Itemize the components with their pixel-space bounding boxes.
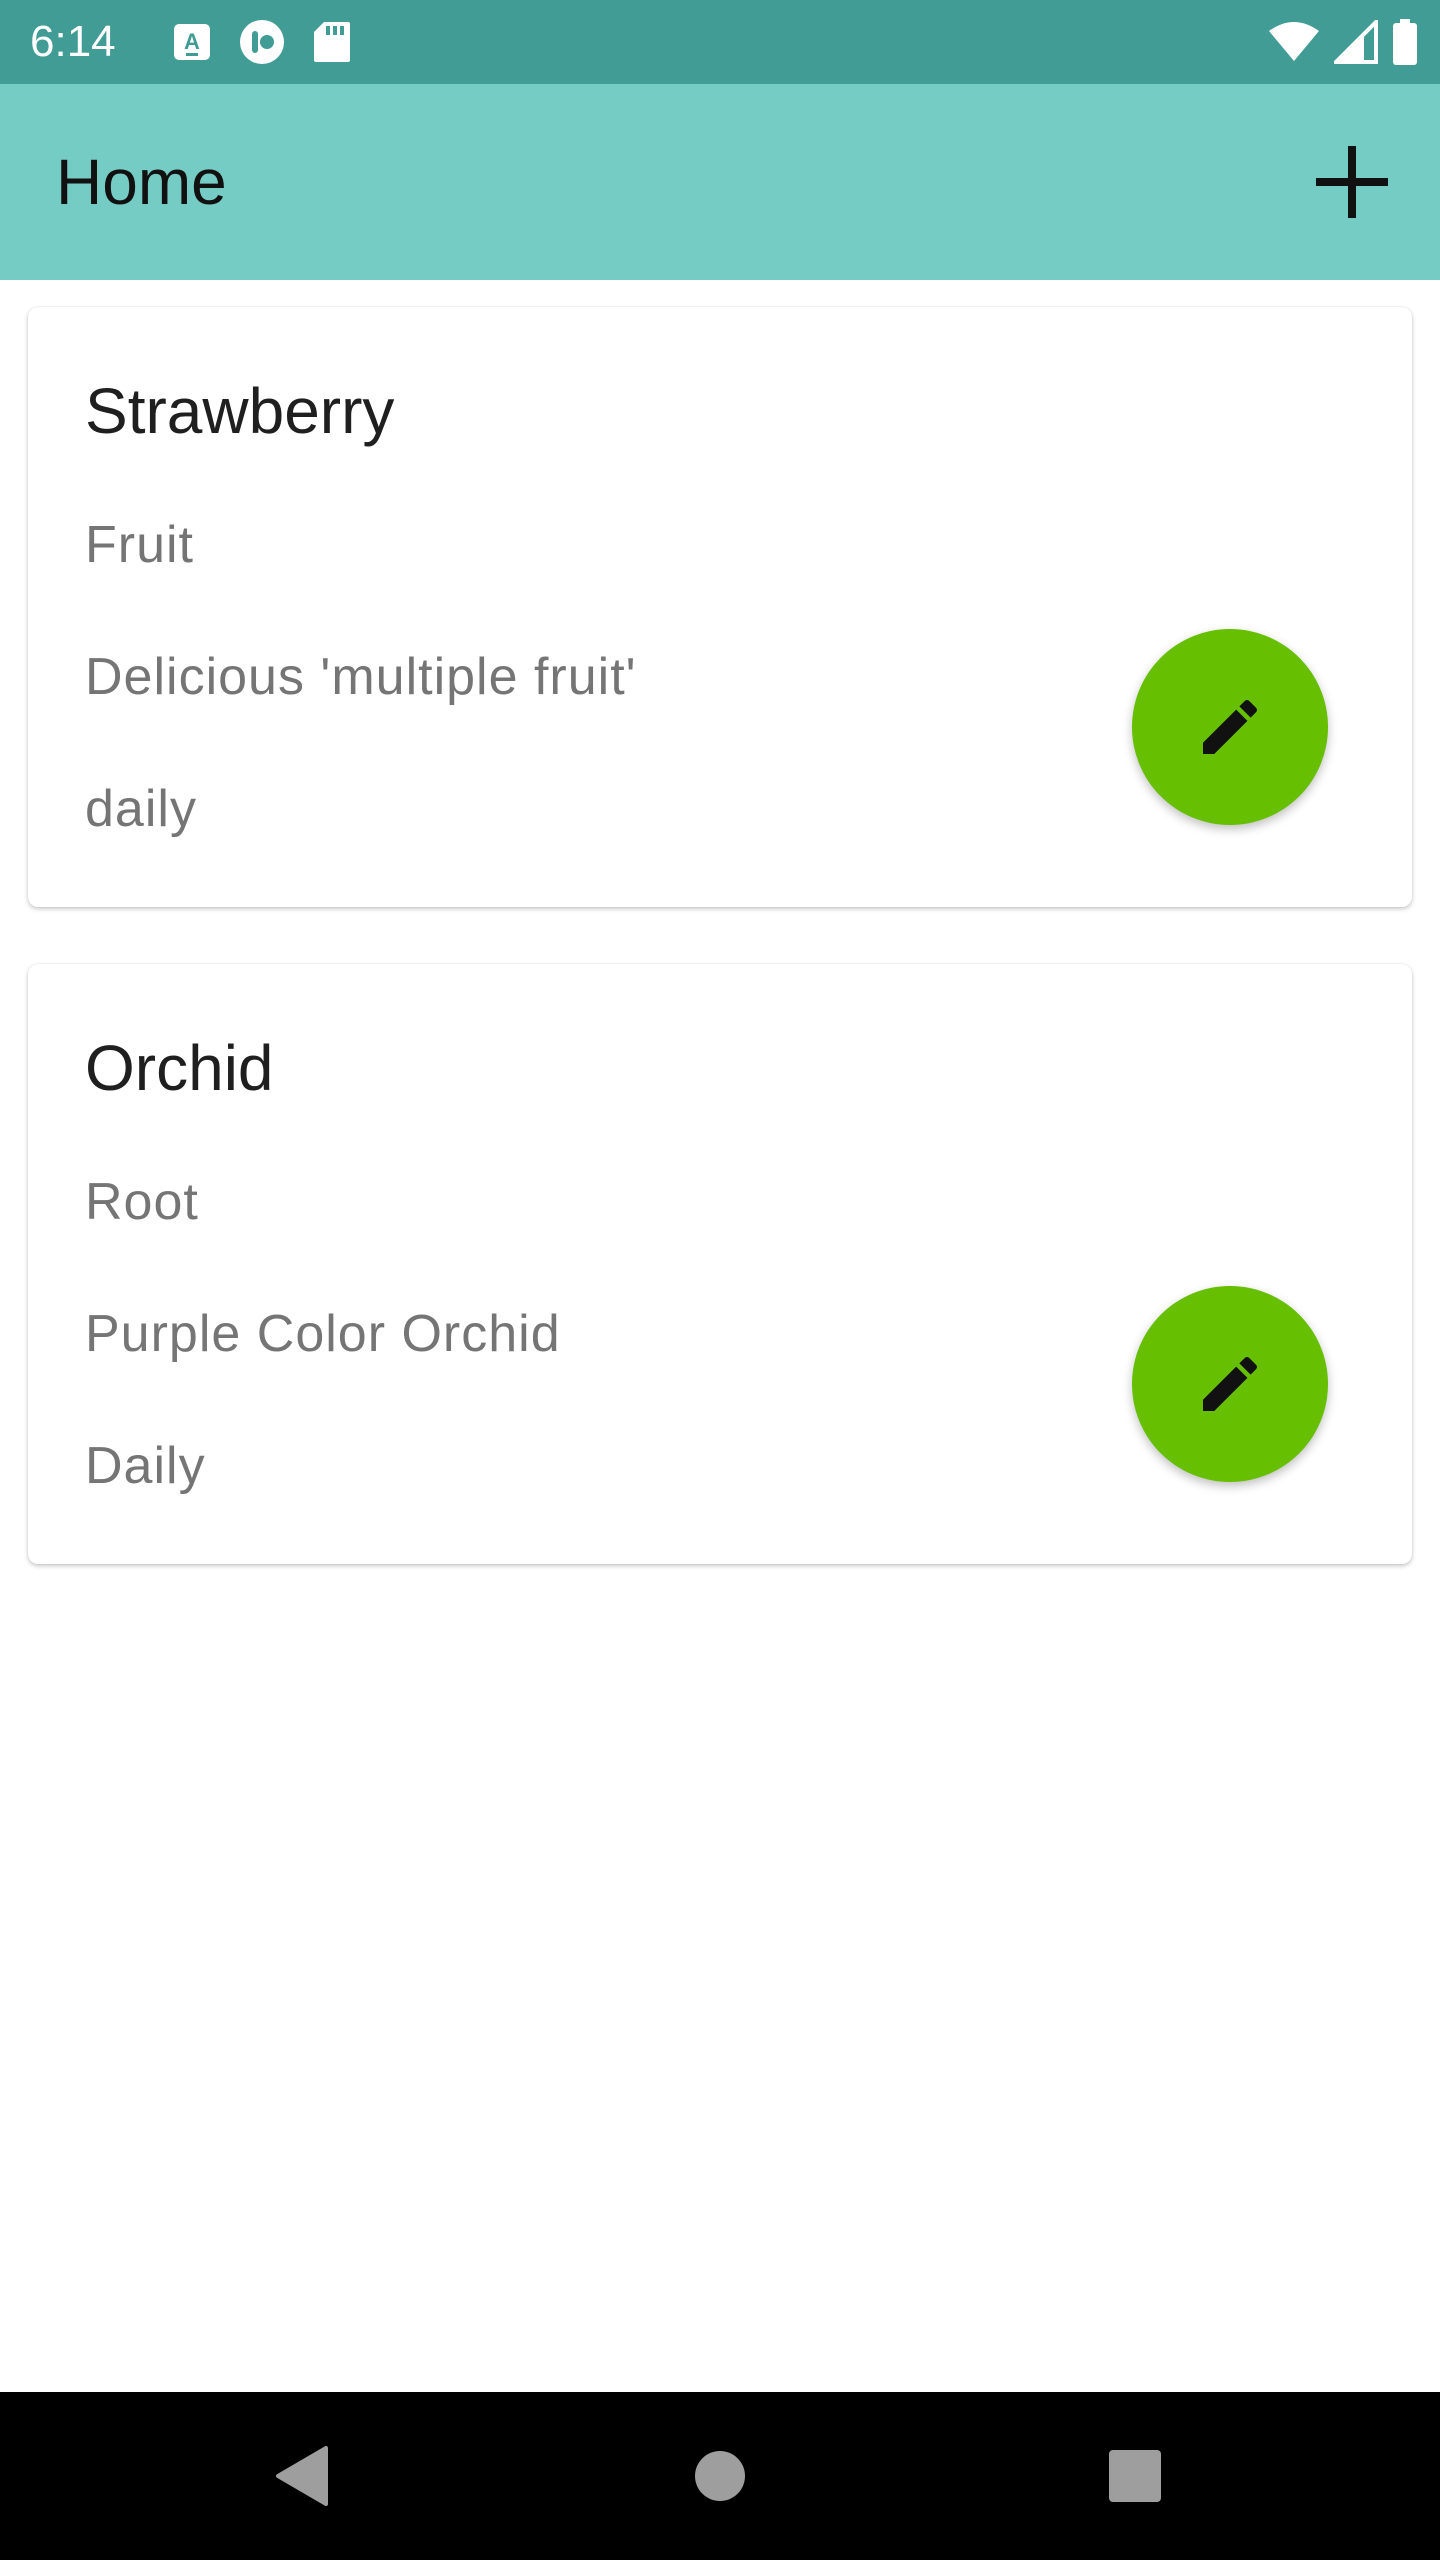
recents-icon bbox=[1109, 2450, 1161, 2502]
plant-description: Delicious 'multiple fruit' bbox=[85, 648, 637, 706]
keyboard-a-icon: A bbox=[168, 18, 216, 66]
plant-name: Orchid bbox=[85, 1032, 274, 1104]
plant-card: Strawberry Fruit Delicious 'multiple fru… bbox=[28, 307, 1412, 907]
wifi-icon bbox=[1268, 18, 1320, 66]
plant-name: Strawberry bbox=[85, 375, 395, 447]
cell-signal-icon bbox=[1334, 18, 1378, 66]
add-plant-button[interactable] bbox=[1304, 134, 1400, 230]
status-system-icons bbox=[1254, 18, 1418, 66]
plant-type: Root bbox=[85, 1173, 199, 1231]
app-bar: Home bbox=[0, 84, 1440, 280]
page-title: Home bbox=[56, 146, 227, 218]
pencil-icon bbox=[1203, 699, 1258, 754]
plant-card: Orchid Root Purple Color Orchid Daily bbox=[28, 964, 1412, 1564]
plant-frequency: daily bbox=[85, 780, 197, 838]
status-time: 6:14 bbox=[30, 17, 116, 66]
edit-plant-button[interactable] bbox=[1132, 1286, 1328, 1482]
app-notification-icon bbox=[238, 18, 286, 66]
battery-icon bbox=[1392, 18, 1418, 66]
back-icon bbox=[276, 2446, 328, 2506]
plus-icon bbox=[1316, 146, 1388, 218]
pencil-icon bbox=[1203, 1356, 1258, 1411]
plant-type: Fruit bbox=[85, 516, 194, 574]
edit-plant-button[interactable] bbox=[1132, 629, 1328, 825]
plant-description: Purple Color Orchid bbox=[85, 1305, 561, 1363]
status-notification-icons: A bbox=[168, 18, 378, 66]
navigation-bar bbox=[0, 2392, 1440, 2560]
back-button[interactable] bbox=[252, 2426, 352, 2526]
svg-text:A: A bbox=[184, 29, 200, 54]
recents-button[interactable] bbox=[1085, 2426, 1185, 2526]
plant-frequency: Daily bbox=[85, 1437, 206, 1495]
screen: 6:14 A Home Strawberry Fruit Delicious '… bbox=[0, 0, 1440, 2560]
status-bar: 6:14 A bbox=[0, 0, 1440, 84]
home-icon bbox=[695, 2451, 745, 2501]
home-button[interactable] bbox=[670, 2426, 770, 2526]
sd-card-icon bbox=[308, 18, 356, 66]
